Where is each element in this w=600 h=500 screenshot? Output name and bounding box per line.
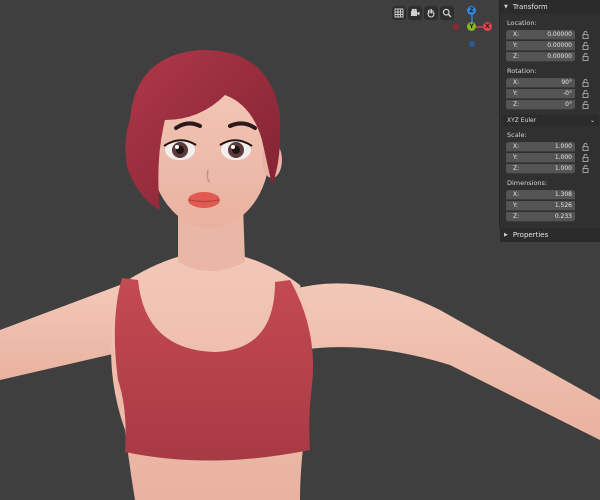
scale-x-field[interactable]: X: 1.000 bbox=[506, 141, 575, 152]
lips bbox=[188, 192, 220, 208]
location-x-field[interactable]: X: 0.00000 bbox=[506, 29, 575, 40]
lock-icon[interactable] bbox=[582, 30, 590, 39]
scale-z-field[interactable]: Z: 1.000 bbox=[506, 163, 575, 174]
lock-icon[interactable] bbox=[582, 153, 590, 162]
dimensions-x-field[interactable]: X: 1.308 bbox=[506, 189, 575, 200]
lock-icon[interactable] bbox=[582, 100, 590, 109]
lock-icon[interactable] bbox=[582, 164, 590, 173]
sidebar-panel: ▼ Transform Location: X: 0.00000 Y: 0.0000… bbox=[499, 0, 600, 242]
transform-title: Transform bbox=[512, 3, 548, 11]
grid-icon[interactable] bbox=[392, 6, 406, 20]
lock-icon[interactable] bbox=[582, 52, 590, 61]
properties-panel-header[interactable]: ▶ Properties bbox=[500, 228, 600, 242]
lock-icon[interactable] bbox=[582, 89, 590, 98]
gizmo-y-axis[interactable]: Y bbox=[467, 22, 476, 31]
chevron-down-icon: ⌄ bbox=[589, 117, 595, 124]
location-y-field[interactable]: Y: 0.00000 bbox=[506, 40, 575, 51]
lock-icon[interactable] bbox=[582, 78, 590, 87]
gizmo-x-axis[interactable]: X bbox=[483, 22, 492, 31]
properties-title: Properties bbox=[512, 231, 549, 239]
rotation-label: Rotation: bbox=[507, 67, 537, 75]
rotation-mode-dropdown[interactable]: XYZ Euler ⌄ bbox=[502, 115, 599, 126]
camera-icon[interactable] bbox=[408, 6, 422, 20]
hand-icon[interactable] bbox=[424, 6, 438, 20]
scale-y-field[interactable]: Y: 1.000 bbox=[506, 152, 575, 163]
dimensions-label: Dimensions: bbox=[507, 179, 548, 187]
rotation-z-field[interactable]: Z: 0° bbox=[506, 99, 575, 110]
scale-label: Scale: bbox=[507, 131, 527, 139]
rotation-y-field[interactable]: Y: -0° bbox=[506, 88, 575, 99]
right-arm bbox=[290, 283, 600, 440]
lock-icon[interactable] bbox=[582, 41, 590, 50]
dimensions-z-field[interactable]: Z: 0.233 bbox=[506, 211, 575, 222]
transform-panel-header[interactable]: ▼ Transform bbox=[500, 0, 600, 14]
dimensions-y-field[interactable]: Y: 1.526 bbox=[506, 200, 575, 211]
location-label: Location: bbox=[507, 19, 537, 27]
collapse-arrow-icon: ▼ bbox=[504, 4, 508, 10]
expand-arrow-icon: ▶ bbox=[504, 232, 508, 238]
location-z-field[interactable]: Z: 0.00000 bbox=[506, 51, 575, 62]
lock-icon[interactable] bbox=[582, 142, 590, 151]
rotation-x-field[interactable]: X: 90° bbox=[506, 77, 575, 88]
gizmo-z-axis[interactable]: Z bbox=[467, 6, 476, 15]
